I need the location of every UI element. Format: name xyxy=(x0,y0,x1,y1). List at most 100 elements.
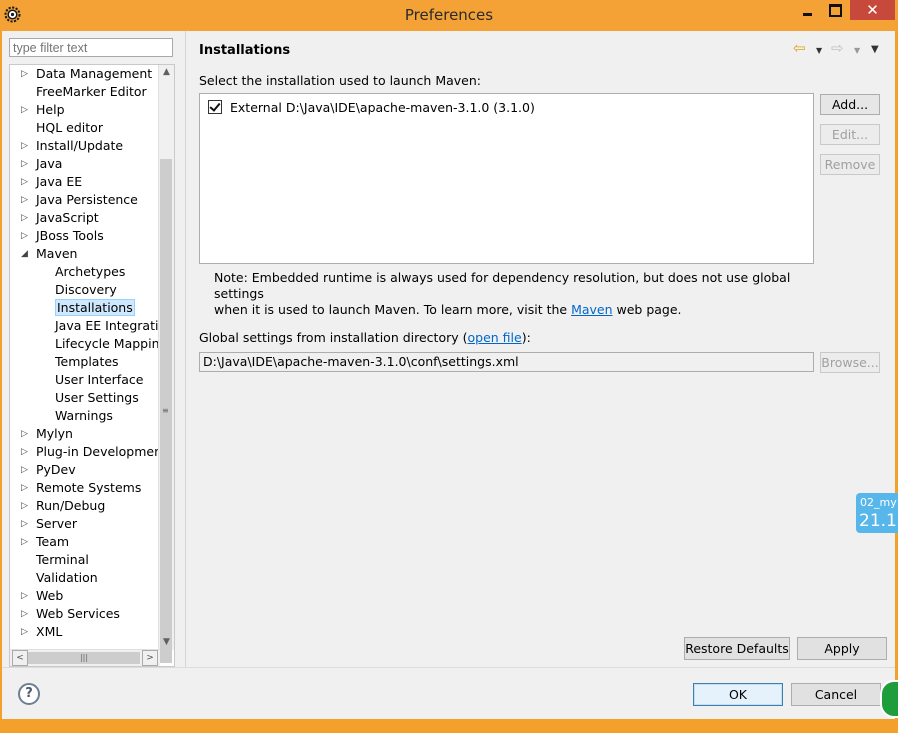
remove-button[interactable]: Remove xyxy=(820,154,880,175)
tree-item-label: Install/Update xyxy=(36,138,124,153)
tree-item[interactable]: Installations xyxy=(55,299,135,317)
tree-item-label: Archetypes xyxy=(55,264,126,279)
help-icon[interactable]: ? xyxy=(18,683,40,705)
tree-item[interactable]: ▷ Server xyxy=(21,515,77,533)
minimize-button[interactable] xyxy=(794,0,821,20)
expanded-arrow-icon[interactable]: ◢ xyxy=(21,245,31,263)
global-settings-text: Global settings from installation direct… xyxy=(199,330,468,345)
collapsed-arrow-icon[interactable]: ▷ xyxy=(21,497,31,515)
collapsed-arrow-icon[interactable]: ▷ xyxy=(21,173,31,191)
tree-item[interactable]: ▷ Team xyxy=(21,533,69,551)
tree-item[interactable]: ▷ Web Services xyxy=(21,605,120,623)
tree-item[interactable]: ▷ JavaScript xyxy=(21,209,99,227)
collapsed-arrow-icon[interactable]: ▷ xyxy=(21,65,31,83)
tree-item-label: XML xyxy=(36,624,63,639)
collapsed-arrow-icon[interactable]: ▷ xyxy=(21,461,31,479)
installation-checkbox[interactable] xyxy=(208,100,222,114)
tree-item[interactable]: Terminal xyxy=(36,551,89,569)
tree-item[interactable]: ◢ Maven xyxy=(21,245,77,263)
back-arrow-icon[interactable]: ⇦ xyxy=(793,39,806,57)
forward-dropdown-icon[interactable]: ▼ xyxy=(854,46,860,55)
collapsed-arrow-icon[interactable]: ▷ xyxy=(21,191,31,209)
collapsed-arrow-icon[interactable]: ▷ xyxy=(21,533,31,551)
floating-badge[interactable]: 02_my 21.1 xyxy=(856,493,898,533)
tree-item[interactable]: Lifecycle Mappings xyxy=(55,335,160,353)
global-settings-label: Global settings from installation direct… xyxy=(199,330,531,345)
tree-item-label: Lifecycle Mappings xyxy=(55,336,160,351)
collapsed-arrow-icon[interactable]: ▷ xyxy=(21,227,31,245)
collapsed-arrow-icon[interactable]: ▷ xyxy=(21,137,31,155)
tree-item[interactable]: Warnings xyxy=(55,407,113,425)
collapsed-arrow-icon[interactable]: ▷ xyxy=(21,623,31,641)
filter-input[interactable] xyxy=(9,38,173,57)
collapsed-arrow-icon[interactable]: ▷ xyxy=(21,587,31,605)
tree-item[interactable]: FreeMarker Editor xyxy=(36,83,147,101)
close-button[interactable]: ✕ xyxy=(850,0,895,20)
collapsed-arrow-icon[interactable]: ▷ xyxy=(21,605,31,623)
tree-item-label: Warnings xyxy=(55,408,113,423)
view-menu-icon[interactable]: ▼ xyxy=(871,44,879,55)
hscroll-thumb[interactable]: ||| xyxy=(28,652,140,664)
tree-item[interactable]: ▷ Run/Debug xyxy=(21,497,105,515)
tree-item[interactable]: Java EE Integration xyxy=(55,317,160,335)
maximize-button[interactable] xyxy=(822,0,849,20)
collapsed-arrow-icon[interactable]: ▷ xyxy=(21,155,31,173)
tree-item[interactable]: ▷ Plug-in Development xyxy=(21,443,160,461)
open-file-link[interactable]: open file xyxy=(468,330,522,345)
collapsed-arrow-icon[interactable]: ▷ xyxy=(21,515,31,533)
browse-button[interactable]: Browse... xyxy=(820,352,880,373)
apply-button[interactable]: Apply xyxy=(797,637,887,660)
tree-horizontal-scrollbar[interactable]: < ||| > xyxy=(10,649,160,666)
tree-item[interactable]: ▷ Web xyxy=(21,587,64,605)
tree-item-label: Validation xyxy=(36,570,98,585)
tree-vertical-scrollbar[interactable]: ▲ ≡ ▼ xyxy=(158,65,174,663)
scroll-down-icon[interactable]: ▼ xyxy=(159,635,174,650)
floating-green-button[interactable] xyxy=(880,680,898,718)
tree-item[interactable]: User Settings xyxy=(55,389,139,407)
back-dropdown-icon[interactable]: ▼ xyxy=(816,46,822,55)
tree-item[interactable]: ▷ PyDev xyxy=(21,461,76,479)
maven-link[interactable]: Maven xyxy=(571,302,612,317)
tree-item[interactable]: Discovery xyxy=(55,281,117,299)
tree-item-label: Java EE xyxy=(36,174,83,189)
tree-item-label: Web xyxy=(36,588,64,603)
tree-item[interactable]: Templates xyxy=(55,353,119,371)
grip-icon: ≡ xyxy=(162,406,169,415)
cancel-button[interactable]: Cancel xyxy=(791,683,881,706)
forward-arrow-icon[interactable]: ⇨ xyxy=(831,39,844,57)
tree-item[interactable]: ▷ Java xyxy=(21,155,62,173)
tree-item[interactable]: ▷ Java EE xyxy=(21,173,83,191)
tree-item[interactable]: Validation xyxy=(36,569,98,587)
scroll-right-icon[interactable]: > xyxy=(142,650,158,666)
scroll-left-icon[interactable]: < xyxy=(12,650,28,666)
tree-item-label: Web Services xyxy=(36,606,120,621)
tree-item-label: Data Management xyxy=(36,66,153,81)
tree-item[interactable]: User Interface xyxy=(55,371,143,389)
scroll-up-icon[interactable]: ▲ xyxy=(159,65,174,80)
collapsed-arrow-icon[interactable]: ▷ xyxy=(21,443,31,461)
tree-item[interactable]: ▷ JBoss Tools xyxy=(21,227,104,245)
tree-item-label: JavaScript xyxy=(36,210,99,225)
tree-list: ▷ Data Management FreeMarker Editor ▷ Help HQ… xyxy=(10,65,160,648)
ok-button[interactable]: OK xyxy=(693,683,783,706)
badge-label: 02_my xyxy=(860,496,897,509)
collapsed-arrow-icon[interactable]: ▷ xyxy=(21,479,31,497)
collapsed-arrow-icon[interactable]: ▷ xyxy=(21,425,31,443)
tree-item[interactable]: Archetypes xyxy=(55,263,125,281)
tree-item[interactable]: ▷ Install/Update xyxy=(21,137,124,155)
tree-item[interactable]: ▷ Data Management xyxy=(21,65,153,83)
restore-defaults-button[interactable]: Restore Defaults xyxy=(684,637,790,660)
tree-item[interactable]: HQL editor xyxy=(36,119,103,137)
tree-item[interactable]: ▷ XML xyxy=(21,623,63,641)
collapsed-arrow-icon[interactable]: ▷ xyxy=(21,101,31,119)
installation-row[interactable]: External D:\Java\IDE\apache-maven-3.1.0 … xyxy=(208,99,535,115)
edit-button[interactable]: Edit... xyxy=(820,124,880,145)
tree-item[interactable]: ▷ Mylyn xyxy=(21,425,73,443)
tree-item[interactable]: ▷ Remote Systems xyxy=(21,479,141,497)
global-settings-field[interactable]: D:\Java\IDE\apache-maven-3.1.0\conf\sett… xyxy=(199,352,814,372)
tree-item-label: User Settings xyxy=(55,390,139,405)
collapsed-arrow-icon[interactable]: ▷ xyxy=(21,209,31,227)
tree-item[interactable]: ▷ Java Persistence xyxy=(21,191,138,209)
add-button[interactable]: Add... xyxy=(820,94,880,115)
tree-item[interactable]: ▷ Help xyxy=(21,101,65,119)
